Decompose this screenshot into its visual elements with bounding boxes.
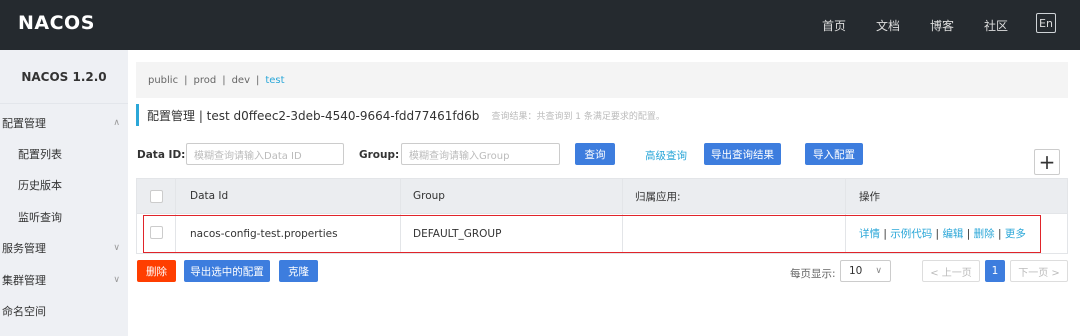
query-result-hint: 查询结果：共查询到 1 条满足要求的配置。 bbox=[491, 111, 665, 122]
title-accent-bar bbox=[136, 104, 139, 126]
per-page-label: 每页显示: bbox=[790, 268, 836, 280]
per-page-value: 10 bbox=[849, 265, 863, 277]
next-page-button[interactable]: 下一页 > bbox=[1010, 260, 1068, 282]
sidebar-item-label: 历史版本 bbox=[18, 179, 62, 192]
namespace-separator: | bbox=[255, 74, 260, 86]
sidebar-item-listener-query[interactable]: 监听查询 bbox=[0, 204, 128, 230]
sidebar-item-label: 服务管理 bbox=[2, 242, 46, 255]
sidebar-item-label: 监听查询 bbox=[18, 211, 62, 224]
namespace-bar: public | prod | dev | test bbox=[136, 62, 1068, 98]
sidebar-item-history[interactable]: 历史版本 bbox=[0, 172, 128, 198]
chevron-down-icon: ∨ bbox=[875, 266, 882, 276]
data-id-label: Data ID: bbox=[137, 149, 186, 161]
row-checkbox[interactable] bbox=[150, 226, 163, 239]
export-selected-button[interactable]: 导出选中的配置 bbox=[184, 260, 270, 282]
bulk-delete-button[interactable]: 删除 bbox=[137, 260, 176, 282]
sidebar-item-namespace[interactable]: 命名空间 bbox=[0, 298, 128, 324]
nav-blog[interactable]: 博客 bbox=[930, 17, 954, 34]
page-header: 配置管理 | test d0ffeec2-3deb-4540-9664-fdd7… bbox=[136, 104, 665, 126]
logo-text: NACOS bbox=[18, 12, 95, 34]
nav-home[interactable]: 首页 bbox=[822, 17, 846, 34]
sidebar-item-cluster-management[interactable]: 集群管理 ∨ bbox=[0, 267, 128, 293]
select-all-checkbox[interactable] bbox=[150, 190, 163, 203]
data-id-search-input[interactable]: 模糊查询请输入Data ID bbox=[186, 143, 344, 165]
column-header-operations: 操作 bbox=[859, 190, 880, 203]
column-header-group[interactable]: Group bbox=[413, 179, 445, 213]
nacos-logo[interactable]: NACOS bbox=[18, 11, 95, 35]
nav-community[interactable]: 社区 bbox=[984, 17, 1008, 34]
import-config-button[interactable]: 导入配置 bbox=[805, 143, 863, 165]
sidebar-item-label: 配置列表 bbox=[18, 148, 62, 161]
detail-link[interactable]: 详情 bbox=[859, 226, 880, 241]
chevron-down-icon: ∨ bbox=[113, 243, 120, 253]
delete-link[interactable]: 删除 bbox=[974, 226, 995, 241]
namespace-dev[interactable]: dev bbox=[232, 75, 250, 86]
column-header-data-id[interactable]: Data Id bbox=[190, 179, 228, 213]
advanced-query-link[interactable]: 高级查询 bbox=[645, 148, 687, 163]
sidebar-item-config-list[interactable]: 配置列表 bbox=[0, 141, 128, 167]
cell-group: DEFAULT_GROUP bbox=[413, 227, 502, 240]
namespace-separator: | bbox=[184, 74, 188, 86]
chevron-down-icon: ∨ bbox=[113, 275, 120, 285]
add-config-button[interactable]: + bbox=[1034, 149, 1060, 175]
prev-page-button[interactable]: < 上一页 bbox=[922, 260, 980, 282]
sample-code-link[interactable]: 示例代码 bbox=[890, 226, 932, 241]
per-page-select[interactable]: 10 ∨ bbox=[840, 260, 891, 282]
plus-icon: + bbox=[1038, 150, 1056, 174]
group-search-input[interactable]: 模糊查询请输入Group bbox=[401, 143, 560, 165]
nav-docs[interactable]: 文档 bbox=[876, 17, 900, 34]
sidebar-item-service-management[interactable]: 服务管理 ∨ bbox=[0, 235, 128, 261]
clone-button[interactable]: 克隆 bbox=[279, 260, 318, 282]
edit-link[interactable]: 编辑 bbox=[942, 226, 963, 241]
namespace-prod[interactable]: prod bbox=[193, 75, 216, 86]
sidebar-item-label: 集群管理 bbox=[2, 274, 46, 287]
version-title: NACOS 1.2.0 bbox=[0, 50, 128, 104]
export-query-results-button[interactable]: 导出查询结果 bbox=[704, 143, 781, 165]
row-operations: 详情 | 示例代码 | 编辑 | 删除 | 更多 bbox=[859, 226, 1026, 241]
language-toggle-button[interactable]: En bbox=[1036, 13, 1056, 33]
namespace-test[interactable]: test bbox=[265, 75, 284, 86]
current-page-button[interactable]: 1 bbox=[985, 260, 1005, 282]
top-bar: NACOS 首页 文档 博客 社区 En bbox=[0, 0, 1080, 50]
namespace-public[interactable]: public bbox=[148, 75, 178, 86]
sidebar: NACOS 1.2.0 配置管理 ∧ 配置列表 历史版本 监听查询 服务管理 ∨… bbox=[0, 50, 128, 336]
column-header-app: 归属应用: bbox=[635, 190, 681, 203]
chevron-up-icon: ∧ bbox=[113, 118, 120, 128]
page-title: 配置管理 | test d0ffeec2-3deb-4540-9664-fdd7… bbox=[147, 108, 480, 123]
cell-data-id: nacos-config-test.properties bbox=[190, 227, 338, 240]
table-header: Data Id Group 归属应用: 操作 bbox=[136, 178, 1068, 214]
more-link[interactable]: 更多 bbox=[1005, 226, 1026, 241]
sidebar-item-config-management[interactable]: 配置管理 ∧ bbox=[0, 110, 128, 136]
namespace-separator: | bbox=[222, 74, 226, 86]
sidebar-item-label: 命名空间 bbox=[2, 305, 46, 318]
group-label: Group: bbox=[359, 149, 400, 161]
query-button[interactable]: 查询 bbox=[575, 143, 615, 165]
table-row: nacos-config-test.properties DEFAULT_GRO… bbox=[136, 214, 1068, 254]
sidebar-item-label: 配置管理 bbox=[2, 117, 46, 130]
